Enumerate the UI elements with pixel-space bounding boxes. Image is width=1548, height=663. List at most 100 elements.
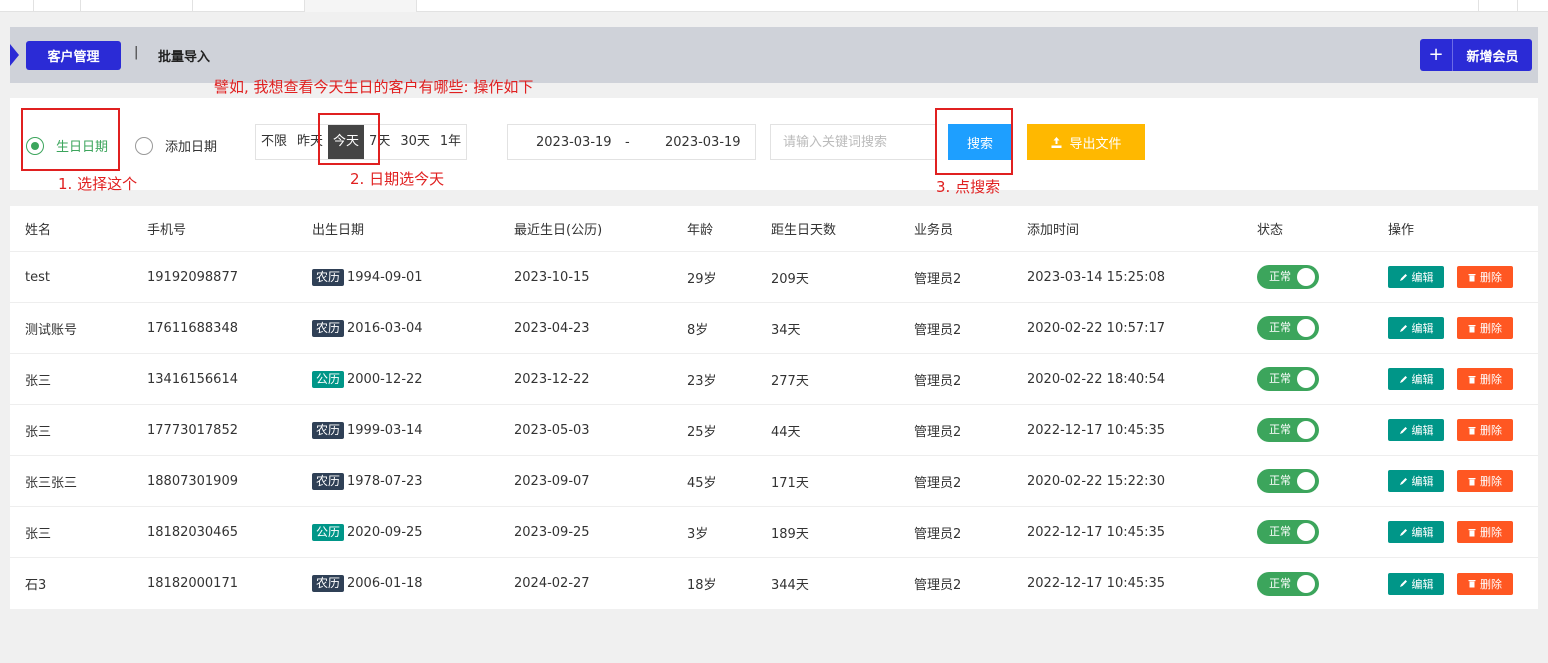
tab-batch-import[interactable]: 批量导入 [158,46,210,65]
cell-agent: 管理员2 [914,578,962,593]
cell-actions: 编辑 删除 [1388,303,1513,353]
top-tab[interactable] [34,0,81,12]
top-tab[interactable] [81,0,193,12]
birth-date-value: 2006-01-18 [347,576,423,591]
delete-button[interactable]: 删除 [1457,521,1513,543]
date-option-30days[interactable]: 30天 [395,125,435,159]
header-status: 状态 [1257,223,1284,238]
delete-button[interactable]: 删除 [1457,419,1513,441]
annotation-box-search [935,108,1013,175]
calendar-type-badge: 农历 [312,472,345,490]
customer-table: 姓名 手机号 出生日期 最近生日(公历) 年龄 距生日天数 业务员 添加时间 状… [10,206,1538,609]
edit-button[interactable]: 编辑 [1388,572,1444,595]
toggle-knob [1297,523,1315,541]
annotation-box-today [318,113,380,165]
header-name: 姓名 [25,223,52,238]
edit-button[interactable]: 编辑 [1388,521,1444,543]
cell-status: 正常 [1257,405,1319,455]
edit-button[interactable]: 编辑 [1388,368,1444,390]
delete-label: 删除 [1480,526,1502,539]
cell-actions: 编辑 删除 [1388,354,1513,404]
table-row: test 19192098877 农历 1994-09-01 2023-10-15… [10,252,1538,303]
header-age: 年龄 [687,223,714,238]
annotation-step1: 1. 选择这个 [58,175,138,193]
plus-icon: + [1420,39,1453,71]
cell-phone: 17773017852 [147,422,238,438]
cell-name: 张三 [25,526,52,542]
top-tab[interactable] [193,0,305,12]
cell-added-time: 2022-12-17 10:45:35 [1027,422,1166,438]
cell-days-to-birthday: 34天 [771,322,801,338]
delete-button[interactable]: 删除 [1457,317,1513,339]
radio-added-label: 添加日期 [165,140,218,155]
add-member-button[interactable]: + 新增会员 [1420,39,1532,71]
status-label: 正常 [1269,423,1291,436]
edit-label: 编辑 [1411,322,1434,335]
status-toggle[interactable]: 正常 [1257,469,1319,493]
trash-icon [1468,580,1476,588]
delete-label: 删除 [1480,271,1502,284]
date-range-picker[interactable]: 2023-03-19 - 2023-03-19 [507,124,756,160]
cell-agent: 管理员2 [914,475,962,491]
cell-age: 3岁 [687,526,709,542]
delete-button[interactable]: 删除 [1457,266,1513,288]
cell-age: 45岁 [687,475,717,491]
date-option-1year[interactable]: 1年 [435,125,466,159]
cell-agent: 管理员2 [914,271,962,287]
date-option-unlimited[interactable]: 不限 [256,125,292,159]
cell-days-to-birthday: 344天 [771,578,809,593]
delete-button[interactable]: 删除 [1457,470,1513,492]
cell-phone: 13416156614 [147,371,238,387]
toggle-knob [1297,472,1315,490]
top-tab-active[interactable] [305,0,417,12]
cell-phone: 18807301909 [147,473,238,489]
keyword-search-input[interactable] [770,124,936,160]
top-tab-right[interactable] [1478,0,1518,12]
pencil-icon [1399,324,1407,332]
cell-added-time: 2020-02-22 15:22:30 [1027,473,1166,489]
status-label: 正常 [1269,270,1291,283]
tab-pointer-icon [10,44,19,66]
cell-agent: 管理员2 [914,322,962,338]
edit-button[interactable]: 编辑 [1388,266,1444,288]
table-row: 张三 13416156614 公历 2000-12-22 2023-12-22 2… [10,354,1538,405]
table-row: 石3 18182000171 农历 2006-01-18 2024-02-27 1… [10,558,1538,609]
edit-button[interactable]: 编辑 [1388,317,1444,339]
cell-birth-date: 农历 1999-03-14 [312,405,423,455]
cell-status: 正常 [1257,456,1319,506]
date-start: 2023-03-19 [536,134,612,150]
cell-age: 23岁 [687,373,717,389]
table-row: 张三 17773017852 农历 1999-03-14 2023-05-03 2… [10,405,1538,456]
birth-date-value: 2016-03-04 [347,320,423,336]
top-tab[interactable] [0,0,34,12]
status-toggle[interactable]: 正常 [1257,367,1319,391]
status-label: 正常 [1269,474,1291,487]
status-toggle[interactable]: 正常 [1257,316,1319,340]
trash-icon [1468,375,1476,383]
delete-button[interactable]: 删除 [1457,368,1513,390]
status-toggle[interactable]: 正常 [1257,418,1319,442]
cell-phone: 18182000171 [147,576,238,591]
cell-birth-date: 公历 2020-09-25 [312,507,423,557]
date-end: 2023-03-19 [665,134,741,150]
radio-added-date[interactable]: 添加日期 [135,136,217,155]
cell-agent: 管理员2 [914,526,962,542]
header-birth-date: 出生日期 [312,223,365,238]
status-toggle[interactable]: 正常 [1257,571,1319,596]
tab-customer-management[interactable]: 客户管理 [26,41,121,70]
delete-label: 删除 [1480,577,1502,591]
cell-days-to-birthday: 189天 [771,526,809,542]
cell-actions: 编辑 删除 [1388,456,1513,506]
toggle-knob [1297,370,1315,388]
edit-button[interactable]: 编辑 [1388,419,1444,441]
edit-button[interactable]: 编辑 [1388,470,1444,492]
delete-button[interactable]: 删除 [1457,572,1513,595]
status-toggle[interactable]: 正常 [1257,265,1319,289]
status-toggle[interactable]: 正常 [1257,520,1319,544]
export-file-button[interactable]: 导出文件 [1027,124,1145,160]
cell-status: 正常 [1257,303,1319,353]
calendar-type-badge: 公历 [312,523,345,541]
cell-added-time: 2023-03-14 15:25:08 [1027,269,1166,285]
cell-status: 正常 [1257,507,1319,557]
cell-age: 18岁 [687,578,717,593]
